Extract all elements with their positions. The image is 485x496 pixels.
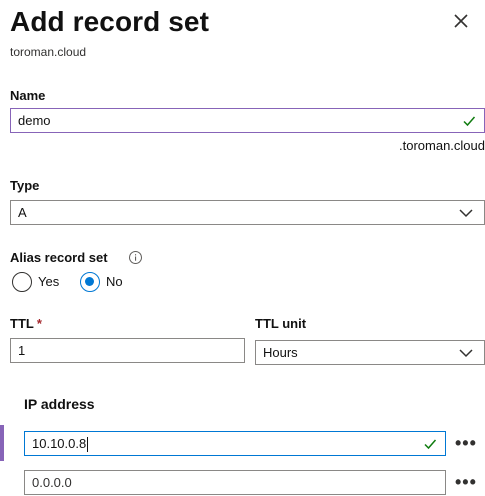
add-record-set-panel: Add record set toroman.cloud Name demo .…: [0, 0, 485, 496]
check-icon: [463, 116, 476, 127]
ip-address-value: 10.10.0.8: [32, 436, 87, 451]
new-ip-address-input[interactable]: 0.0.0.0: [24, 470, 446, 495]
check-icon: [424, 439, 437, 450]
alias-yes-radio[interactable]: [12, 272, 32, 292]
dns-zone-suffix: .toroman.cloud: [399, 138, 485, 153]
chevron-down-icon: [459, 209, 473, 218]
ttl-unit-dropdown[interactable]: Hours: [255, 340, 485, 365]
ttl-label: TTL *: [10, 316, 42, 331]
ip-address-label: IP address: [24, 396, 95, 412]
more-options-icon[interactable]: •••: [455, 434, 477, 452]
close-icon[interactable]: [450, 10, 472, 32]
name-input-value: demo: [18, 113, 51, 128]
alias-label: Alias record set: [10, 250, 108, 265]
type-selected-value: A: [18, 205, 27, 220]
name-label: Name: [10, 88, 46, 103]
alias-yes-label[interactable]: Yes: [38, 274, 59, 289]
zone-subtitle: toroman.cloud: [10, 45, 87, 59]
ttl-unit-selected-value: Hours: [263, 345, 298, 360]
alias-no-label[interactable]: No: [106, 274, 123, 289]
ttl-label-text: TTL: [10, 316, 34, 331]
text-caret: [87, 437, 89, 453]
type-label: Type: [10, 178, 40, 193]
ttl-input-value: 1: [18, 343, 26, 358]
alias-no-radio[interactable]: [80, 272, 100, 292]
required-marker: *: [36, 316, 42, 331]
ttl-unit-label: TTL unit: [255, 316, 307, 331]
panel-title: Add record set: [10, 6, 209, 37]
ip-address-placeholder: 0.0.0.0: [32, 475, 72, 490]
info-icon[interactable]: [128, 250, 143, 265]
more-options-icon[interactable]: •••: [455, 473, 477, 491]
chevron-down-icon: [459, 349, 473, 358]
type-dropdown[interactable]: A: [10, 200, 485, 225]
ttl-input[interactable]: 1: [10, 338, 245, 363]
name-input[interactable]: demo: [10, 108, 485, 133]
selected-row-indicator: [0, 425, 4, 461]
ip-address-input[interactable]: 10.10.0.8: [24, 431, 446, 456]
alias-label-text: Alias record set: [10, 250, 108, 265]
